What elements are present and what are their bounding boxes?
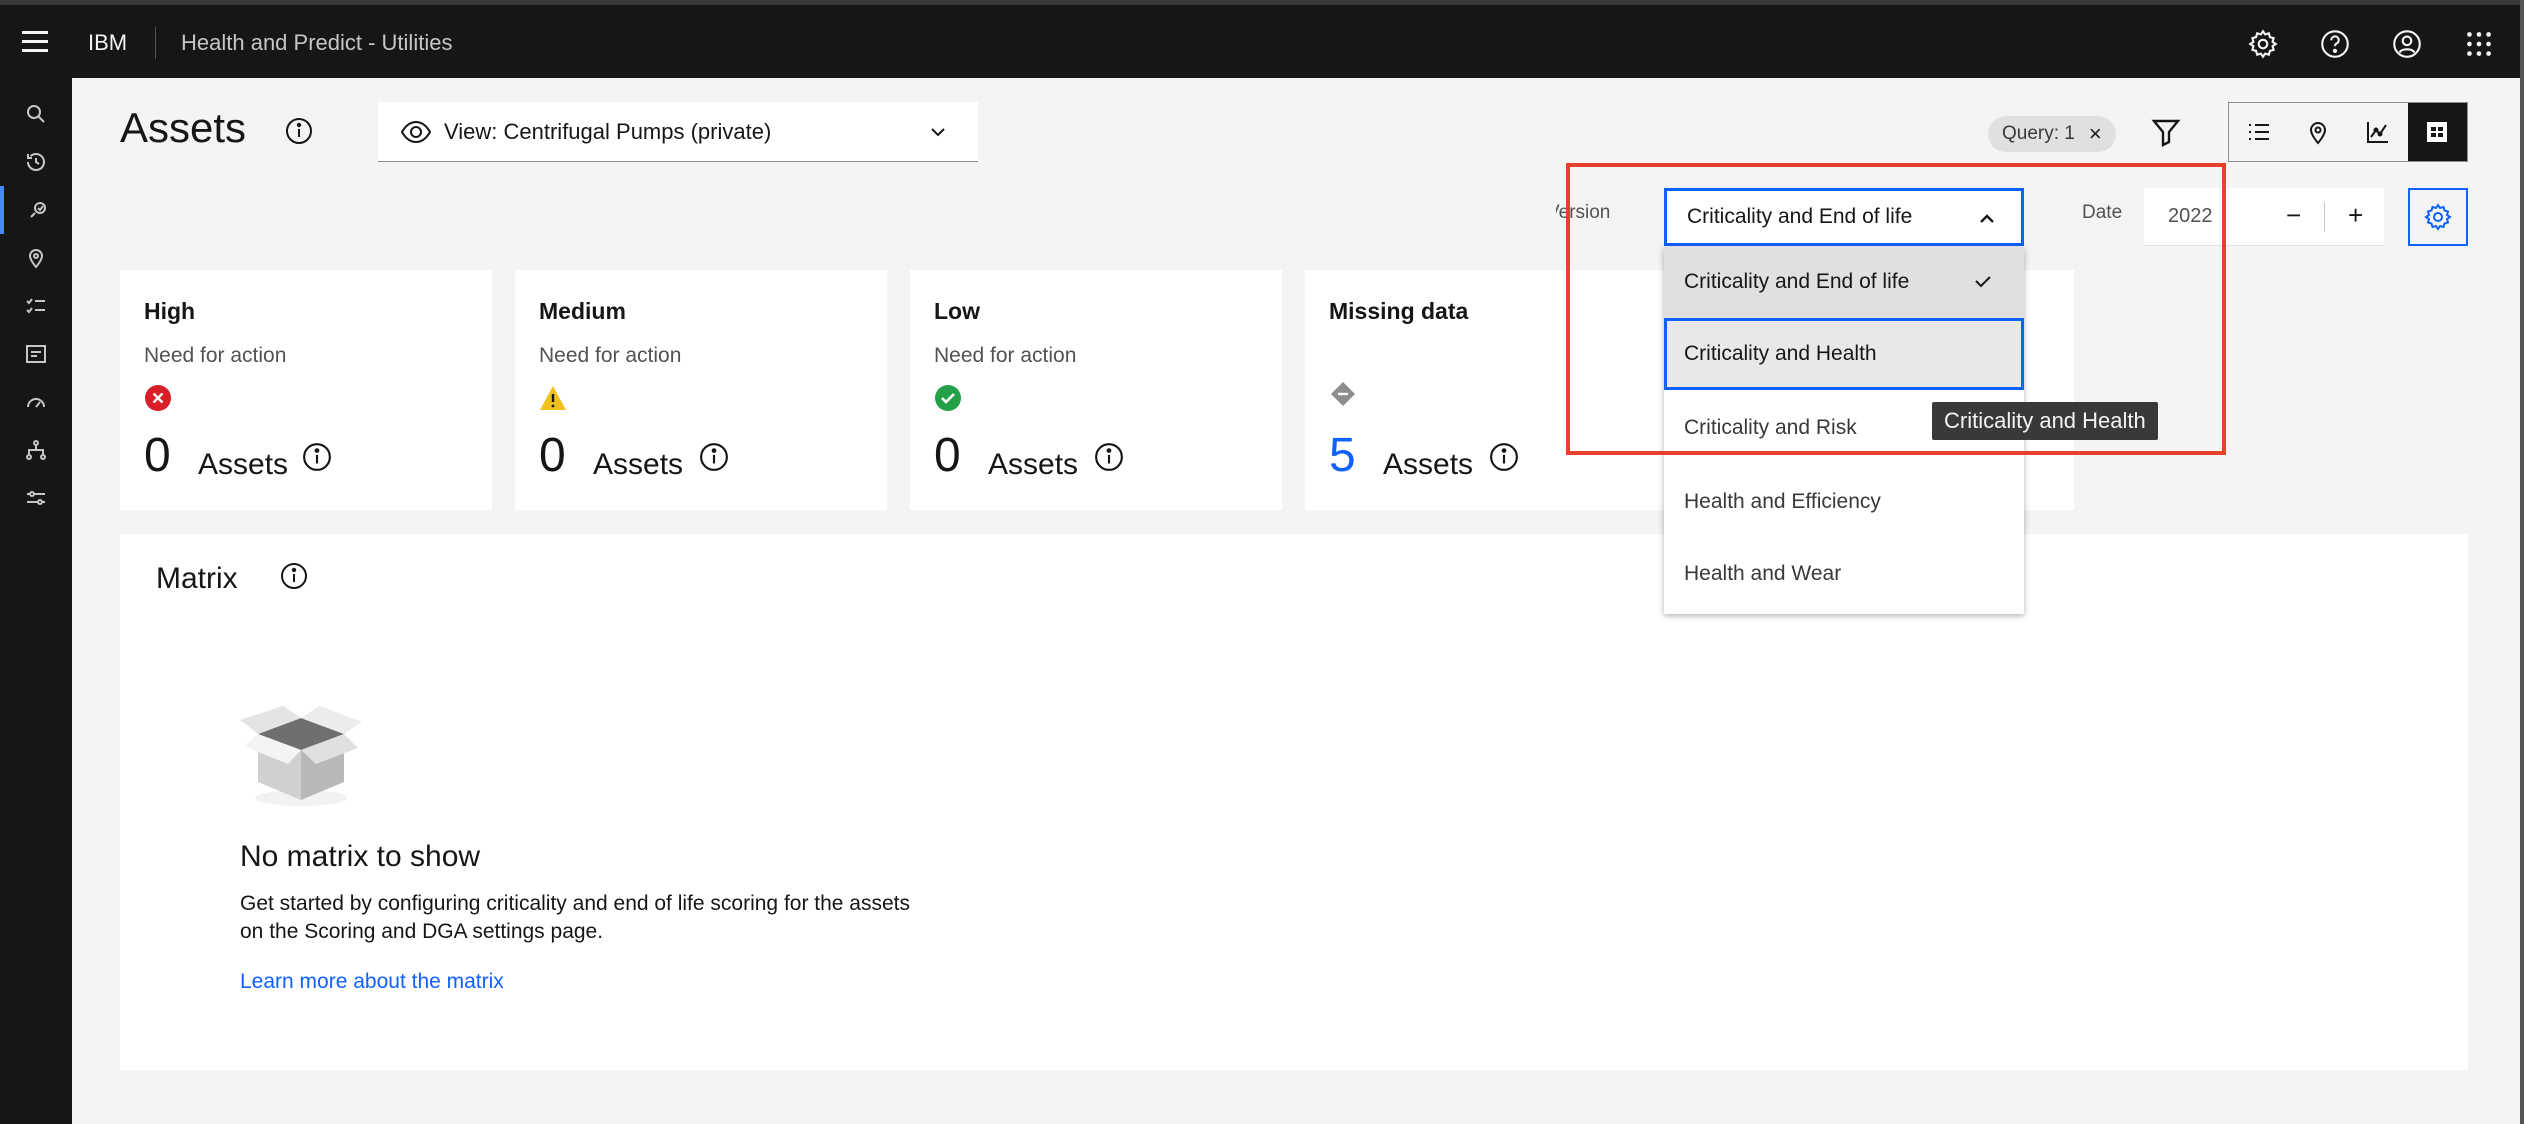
meter-icon[interactable] (0, 378, 72, 426)
menu-item[interactable]: Criticality and Health (1664, 318, 2024, 390)
card-title: Medium (539, 298, 626, 324)
card-low[interactable]: Low Need for action 0 Assets (910, 270, 1282, 510)
top-header: IBM Health and Predict - Utilities (0, 0, 2520, 78)
recent-history-icon[interactable] (0, 138, 72, 186)
version-label: Version (1556, 202, 1611, 223)
matrix-info-icon[interactable] (280, 562, 308, 590)
learn-more-link[interactable]: Learn more about the matrix (240, 970, 504, 994)
tooltip: Criticality and Health (1932, 402, 2158, 440)
warning-icon (540, 386, 566, 410)
search-icon[interactable] (0, 90, 72, 138)
menu-item[interactable]: Criticality and End of life (1664, 246, 2024, 318)
info-icon[interactable] (302, 442, 332, 472)
card-subtitle: Need for action (144, 344, 287, 367)
list-view-icon[interactable] (2229, 103, 2289, 161)
card-title: Missing data (1329, 298, 1469, 324)
version-select-value: Criticality and End of life (1687, 205, 1913, 228)
card-unit: Assets (988, 448, 1079, 481)
header-divider (155, 27, 156, 59)
card-missing-data[interactable]: Missing data 5 Assets (1305, 270, 1677, 510)
date-number-input[interactable]: 2022 − + (2144, 188, 2384, 246)
checkmark-icon (935, 385, 961, 411)
card-subtitle: Need for action (934, 344, 1077, 367)
card-unit: Assets (1383, 448, 1474, 481)
page-title: Assets (120, 104, 247, 151)
decrement-button[interactable]: − (2286, 200, 2301, 231)
filter-icon[interactable] (2146, 112, 2186, 152)
map-view-icon[interactable] (2289, 103, 2349, 161)
assets-health-icon[interactable] (0, 186, 72, 234)
empty-box-icon (240, 706, 362, 806)
menu-icon[interactable] (22, 31, 48, 53)
menu-item[interactable]: Health and Efficiency (1664, 466, 2024, 538)
card-subtitle: Need for action (539, 344, 682, 367)
settings-adjust-icon[interactable] (0, 474, 72, 522)
empty-state-description: Get started by configuring criticality a… (240, 892, 911, 943)
eye-icon (400, 120, 432, 143)
diamond-icon (1331, 382, 1355, 406)
version-select[interactable]: Criticality and End of life (1664, 188, 2024, 246)
date-value[interactable]: 2022 (2168, 205, 2213, 228)
view-switcher (2228, 102, 2468, 162)
info-icon[interactable] (1489, 442, 1519, 472)
matrix-settings-button[interactable] (2408, 188, 2468, 246)
card-count: 0 (539, 429, 566, 482)
chevron-down-icon (931, 128, 945, 137)
location-icon[interactable] (0, 234, 72, 282)
card-high[interactable]: High Need for action 0 Assets (120, 270, 492, 510)
card-count[interactable]: 5 (1329, 428, 1356, 483)
chart-view-icon[interactable] (2348, 103, 2408, 161)
card-title: Low (934, 298, 980, 324)
info-icon[interactable] (1094, 442, 1124, 472)
date-label: Date (2082, 202, 2123, 223)
card-medium[interactable]: Medium Need for action 0 Assets (515, 270, 887, 510)
card-unit: Assets (593, 448, 684, 481)
matrix-title: Matrix (156, 562, 238, 595)
chevron-up-icon (1980, 214, 1994, 223)
dashboard-icon[interactable] (0, 330, 72, 378)
brand-name[interactable]: IBM (88, 30, 127, 56)
view-dropdown[interactable]: View: Centrifugal Pumps (private) (378, 102, 978, 162)
query-filter-tag: Query: 1 × (1988, 116, 2116, 152)
user-avatar-icon[interactable] (2390, 27, 2424, 61)
checkmark-icon (1975, 276, 1991, 288)
side-nav-rail (0, 78, 72, 1124)
card-count: 0 (934, 429, 961, 482)
gear-icon (2424, 203, 2452, 231)
menu-item[interactable]: Health and Wear (1664, 538, 2024, 610)
matrix-view-icon[interactable] (2407, 103, 2467, 161)
app-frame: IBM Health and Predict - Utilities Asset… (0, 0, 2524, 1124)
settings-icon[interactable] (2246, 27, 2280, 61)
view-dropdown-label: View: Centrifugal Pumps (private) (444, 118, 772, 144)
hierarchy-icon[interactable] (0, 426, 72, 474)
app-switcher-icon[interactable] (2462, 27, 2496, 61)
task-list-icon[interactable] (0, 282, 72, 330)
query-tag-label: Query: 1 (2002, 123, 2075, 144)
card-title: High (144, 298, 196, 324)
matrix-panel: Matrix No matrix to show Get started by … (120, 534, 2468, 1070)
error-icon (145, 385, 171, 411)
increment-button[interactable]: + (2348, 200, 2363, 231)
card-unit: Assets (198, 448, 289, 481)
card-count: 0 (144, 429, 171, 482)
stepper-divider (2324, 202, 2325, 232)
help-icon[interactable] (2318, 27, 2352, 61)
info-icon[interactable] (699, 442, 729, 472)
page-info-icon[interactable] (285, 117, 313, 145)
empty-state-title: No matrix to show (240, 840, 481, 873)
close-icon[interactable]: × (2089, 121, 2102, 147)
app-title: Health and Predict - Utilities (181, 30, 453, 55)
